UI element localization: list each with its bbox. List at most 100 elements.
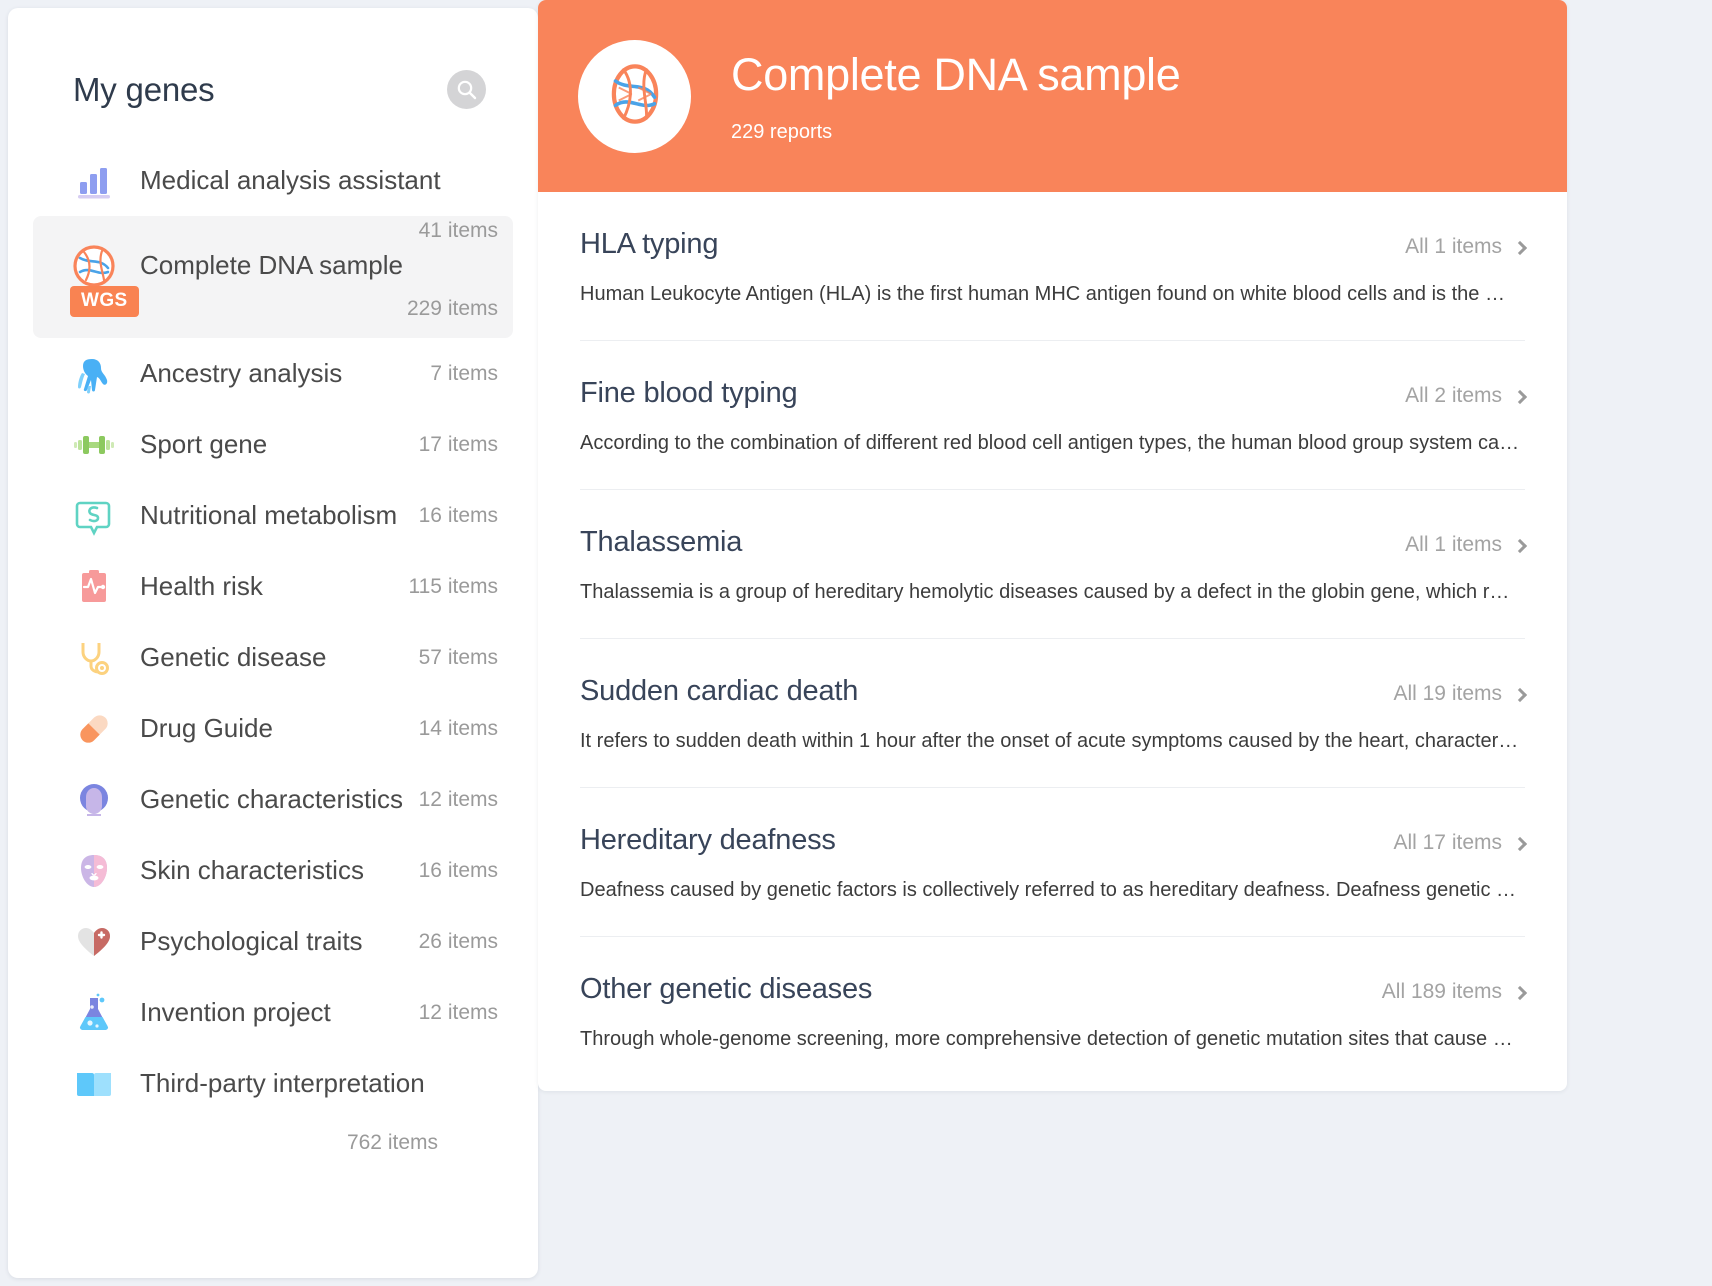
- report-name: HLA typing: [580, 228, 719, 260]
- sidebar-item-medical-analysis-assistant[interactable]: Medical analysis assistant: [8, 145, 538, 216]
- chevron-right-icon: [1512, 389, 1528, 405]
- heart-plus-icon: [70, 918, 118, 966]
- sidebar-item-count: 16 items: [418, 858, 498, 882]
- report-row[interactable]: Hereditary deafness All 17 items Deafnes…: [580, 788, 1528, 937]
- dna-circle-icon: [70, 242, 118, 290]
- panel-header-text: Complete DNA sample 229 reports: [731, 49, 1181, 144]
- sidebar-item-label: Genetic characteristics: [140, 784, 403, 814]
- sidebar-item-skin-characteristics[interactable]: Skin characteristics 16 items: [8, 835, 538, 906]
- sidebar-item-count: 17 items: [418, 432, 498, 456]
- report-row[interactable]: Fine blood typing All 2 items According …: [580, 341, 1528, 490]
- sidebar-item-drug-guide[interactable]: Drug Guide 14 items: [8, 693, 538, 764]
- panel-title: Complete DNA sample: [731, 48, 1181, 100]
- sidebar-item-count: 12 items: [418, 787, 498, 811]
- report-name: Hereditary deafness: [580, 824, 836, 856]
- report-link-label: All 19 items: [1393, 682, 1502, 705]
- report-row[interactable]: Thalassemia All 1 items Thalassemia is a…: [580, 490, 1528, 639]
- sidebar-item-count-bottom: 229 items: [406, 297, 498, 320]
- report-description: Human Leukocyte Antigen (HLA) is the fir…: [580, 283, 1520, 305]
- sidebar-item-count: 115 items: [408, 574, 499, 598]
- sidebar-item-complete-dna-sample[interactable]: WGS Complete DNA sample 41 items 229 ite…: [33, 216, 513, 338]
- sidebar-item-label: Psychological traits: [140, 926, 363, 956]
- page-title: My genes: [73, 70, 215, 108]
- chevron-right-icon: [1512, 687, 1528, 703]
- report-row-header: Thalassemia All 1 items: [580, 526, 1528, 559]
- sidebar-nav: Medical analysis assistant WGS Complete …: [8, 145, 538, 1119]
- report-link-label: All 189 items: [1381, 980, 1502, 1003]
- sidebar-item-label: Skin characteristics: [140, 855, 364, 885]
- report-description: Through whole-genome screening, more com…: [580, 1028, 1520, 1050]
- chevron-right-icon: [1512, 538, 1528, 554]
- report-row-header: HLA typing All 1 items: [580, 228, 1528, 261]
- report-all-items-link[interactable]: All 1 items: [1405, 533, 1528, 557]
- sidebar-item-label: Ancestry analysis: [140, 358, 343, 388]
- chevron-right-icon: [1512, 985, 1528, 1001]
- report-description: It refers to sudden death within 1 hour …: [580, 730, 1520, 752]
- sidebar-item-nutritional-metabolism[interactable]: Nutritional metabolism 16 items: [8, 480, 538, 551]
- sidebar-item-label: Genetic disease: [140, 642, 327, 672]
- heartbeat-clipboard-icon: [70, 563, 118, 611]
- report-name: Thalassemia: [580, 526, 743, 558]
- report-panel: Complete DNA sample 229 reports HLA typi…: [538, 0, 1567, 1091]
- sidebar-item-count: 12 items: [418, 1000, 498, 1024]
- report-row-header: Sudden cardiac death All 19 items: [580, 675, 1528, 708]
- report-link-label: All 1 items: [1405, 235, 1502, 258]
- report-all-items-link[interactable]: All 19 items: [1393, 682, 1528, 706]
- report-all-items-link[interactable]: All 17 items: [1393, 831, 1528, 855]
- search-icon: [456, 79, 478, 101]
- face-mask-icon: [70, 847, 118, 895]
- sidebar: My genes Medical analysis assistant WGS …: [8, 8, 538, 1278]
- sidebar-footer: 762 items: [8, 1119, 538, 1155]
- report-all-items-link[interactable]: All 2 items: [1405, 384, 1528, 408]
- stethoscope-icon: [70, 634, 118, 682]
- pill-icon: [70, 705, 118, 753]
- avatar: [578, 39, 691, 153]
- report-name: Other genetic diseases: [580, 973, 873, 1005]
- sidebar-item-sport-gene[interactable]: Sport gene 17 items: [8, 409, 538, 480]
- sidebar-item-label: Nutritional metabolism: [140, 500, 398, 530]
- sidebar-item-label: Third-party interpretation: [140, 1068, 425, 1098]
- sidebar-item-label: Medical analysis assistant: [140, 165, 441, 195]
- sidebar-item-count: 57 items: [418, 645, 498, 669]
- report-row-header: Other genetic diseases All 189 items: [580, 973, 1528, 1006]
- search-button[interactable]: [447, 70, 486, 109]
- sidebar-item-count: 7 items: [430, 361, 498, 385]
- main-content: Complete DNA sample 229 reports HLA typi…: [538, 0, 1712, 1286]
- stomach-icon: [70, 492, 118, 540]
- sidebar-item-health-risk[interactable]: Health risk 115 items: [8, 551, 538, 622]
- report-all-items-link[interactable]: All 189 items: [1381, 980, 1528, 1004]
- sidebar-item-label: Complete DNA sample: [140, 250, 403, 280]
- flask-icon: [70, 989, 118, 1037]
- report-row[interactable]: Sudden cardiac death All 19 items It ref…: [580, 639, 1528, 788]
- report-row[interactable]: HLA typing All 1 items Human Leukocyte A…: [580, 192, 1528, 341]
- dumbbell-icon: [70, 421, 118, 469]
- app-root: My genes Medical analysis assistant WGS …: [0, 0, 1712, 1286]
- report-description: According to the combination of differen…: [580, 432, 1520, 454]
- wgs-badge: WGS: [70, 286, 139, 317]
- report-all-items-link[interactable]: All 1 items: [1405, 235, 1528, 259]
- sidebar-item-third-party-interpretation[interactable]: Third-party interpretation: [8, 1048, 538, 1119]
- sidebar-item-count-top: 41 items: [418, 219, 498, 242]
- sidebar-item-invention-project[interactable]: Invention project 12 items: [8, 977, 538, 1048]
- dna-circle-icon: [596, 55, 674, 138]
- panel-header: Complete DNA sample 229 reports: [538, 0, 1567, 192]
- report-link-label: All 2 items: [1405, 384, 1502, 407]
- sidebar-total-count: 762 items: [346, 1131, 438, 1154]
- sidebar-item-genetic-disease[interactable]: Genetic disease 57 items: [8, 622, 538, 693]
- report-row[interactable]: Other genetic diseases All 189 items Thr…: [580, 937, 1528, 1091]
- sidebar-header: My genes: [8, 8, 538, 109]
- panel-subtitle: 229 reports: [731, 120, 833, 143]
- sidebar-item-psychological-traits[interactable]: Psychological traits 26 items: [8, 906, 538, 977]
- sidebar-item-genetic-characteristics[interactable]: Genetic characteristics 12 items: [8, 764, 538, 835]
- chevron-right-icon: [1512, 240, 1528, 256]
- sidebar-item-count: 16 items: [418, 503, 498, 527]
- report-description: Deafness caused by genetic factors is co…: [580, 879, 1520, 901]
- sidebar-item-counts: 41 items 229 items: [407, 216, 498, 321]
- report-name: Sudden cardiac death: [580, 675, 859, 707]
- report-link-label: All 1 items: [1405, 533, 1502, 556]
- sidebar-item-ancestry-analysis[interactable]: Ancestry analysis 7 items: [8, 338, 538, 409]
- sidebar-item-label: Drug Guide: [140, 713, 273, 743]
- sidebar-item-label: Invention project: [140, 997, 331, 1027]
- bar-chart-icon: [70, 157, 118, 205]
- report-row-header: Fine blood typing All 2 items: [580, 377, 1528, 410]
